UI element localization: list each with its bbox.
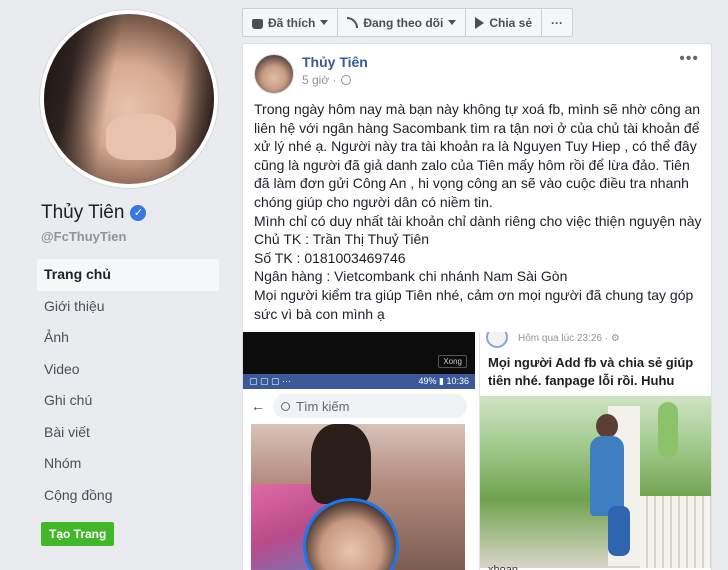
- nav-item-groups[interactable]: Nhóm: [37, 448, 219, 480]
- caret-down-icon: [320, 20, 329, 25]
- app-icons: ▢ ▢ ▢ ···: [249, 376, 292, 386]
- page-action-bar: Đã thích Đang theo dõi Chia sẻ ···: [242, 8, 574, 37]
- search-box: Tìm kiếm: [273, 394, 467, 418]
- nav-item-community[interactable]: Cộng đồng: [37, 480, 219, 512]
- nav-item-about[interactable]: Giới thiệu: [37, 291, 219, 323]
- mini-avatar: [486, 332, 508, 348]
- nav-item-photos[interactable]: Ảnh: [37, 322, 219, 354]
- globe-icon: [340, 75, 351, 85]
- post-time-text[interactable]: 5 giờ ·: [302, 73, 337, 87]
- garden-photo: [480, 396, 711, 568]
- more-dots-icon: ···: [551, 15, 564, 30]
- nav-item-notes[interactable]: Ghi chú: [37, 385, 219, 417]
- liked-label: Đã thích: [268, 15, 316, 30]
- profile-photo: [44, 14, 214, 184]
- search-row: ← Tìm kiếm: [243, 389, 475, 423]
- post-card: Thủy Tiên 5 giờ · ••• Trong ngày hôm nay…: [242, 43, 712, 570]
- status-time: 49% ▮ 10:36: [418, 376, 470, 386]
- post-body: Trong ngày hôm nay mà bạn này không tự x…: [254, 100, 706, 323]
- search-icon: [281, 401, 290, 411]
- post-image-right[interactable]: Hôm qua lúc 23:26 · ⚙ Mọi người Add fb v…: [479, 332, 711, 570]
- post-line: Chủ TK : Trần Thị Thuỷ Tiên: [254, 231, 430, 248]
- shared-post-time: Hôm qua lúc 23:26 · ⚙: [518, 333, 620, 344]
- page-nav: Trang chủ Giới thiệu Ảnh Video Ghi chú B…: [37, 259, 219, 511]
- nav-item-home[interactable]: Trang chủ: [37, 259, 219, 291]
- search-placeholder: Tìm kiếm: [296, 398, 350, 414]
- page-name[interactable]: Thủy Tiên ✓: [41, 202, 147, 224]
- share-arrow-icon: [475, 16, 485, 29]
- create-page-button[interactable]: Tạo Trang: [41, 522, 115, 546]
- verified-badge-icon: ✓: [130, 205, 147, 221]
- post-menu-icon[interactable]: •••: [679, 50, 699, 68]
- following-button[interactable]: Đang theo dõi: [338, 9, 467, 36]
- footer-peek-text: xhoan: [488, 564, 518, 570]
- nav-item-posts[interactable]: Bài viết: [37, 417, 219, 449]
- post-author-avatar[interactable]: [254, 54, 294, 94]
- done-button: Xong: [438, 355, 467, 368]
- left-column: Thủy Tiên ✓ @FcThuyTien Trang chủ Giới t…: [0, 0, 230, 570]
- shared-post-meta: Hôm qua lúc 23:26 · ⚙: [480, 332, 711, 350]
- share-label: Chia sẻ: [489, 15, 533, 30]
- more-options-button[interactable]: ···: [542, 9, 572, 36]
- page-name-text: Thủy Tiên: [41, 202, 125, 223]
- shared-post-caption: Mọi người Add fb và chia sẻ giúp tiên nh…: [488, 355, 694, 388]
- liked-button[interactable]: Đã thích: [243, 9, 339, 36]
- post-image-left[interactable]: Xong ▢ ▢ ▢ ··· 49% ▮ 10:36 ← Tìm kiếm: [243, 332, 475, 570]
- post-line: Ngân hàng : Vietcombank chi nhánh Nam Sà…: [254, 268, 568, 285]
- rss-icon: [347, 17, 359, 28]
- post-line: Mọi người kiểm tra giúp Tiên nhé, cảm ơn…: [254, 286, 694, 322]
- back-arrow-icon: ←: [251, 398, 265, 414]
- profile-picture[interactable]: [40, 10, 218, 188]
- nav-item-videos[interactable]: Video: [37, 354, 219, 386]
- phone-status-bar: ▢ ▢ ▢ ··· 49% ▮ 10:36: [243, 374, 475, 389]
- post-line: Số TK : 0181003469746: [254, 249, 406, 266]
- following-label: Đang theo dõi: [363, 15, 444, 30]
- page-handle[interactable]: @FcThuyTien: [41, 229, 126, 244]
- post-author-name[interactable]: Thủy Tiên: [302, 54, 368, 70]
- portrait-photo: [251, 424, 465, 570]
- thumbs-up-icon: [252, 18, 263, 29]
- post-timestamp: 5 giờ ·: [302, 73, 351, 87]
- share-button[interactable]: Chia sẻ: [466, 9, 543, 36]
- caret-down-icon: [448, 20, 457, 25]
- post-paragraph: Trong ngày hôm nay mà bạn này không tự x…: [254, 101, 701, 210]
- post-line: Mình chỉ có duy nhất tài khoản chỉ dành …: [254, 212, 702, 229]
